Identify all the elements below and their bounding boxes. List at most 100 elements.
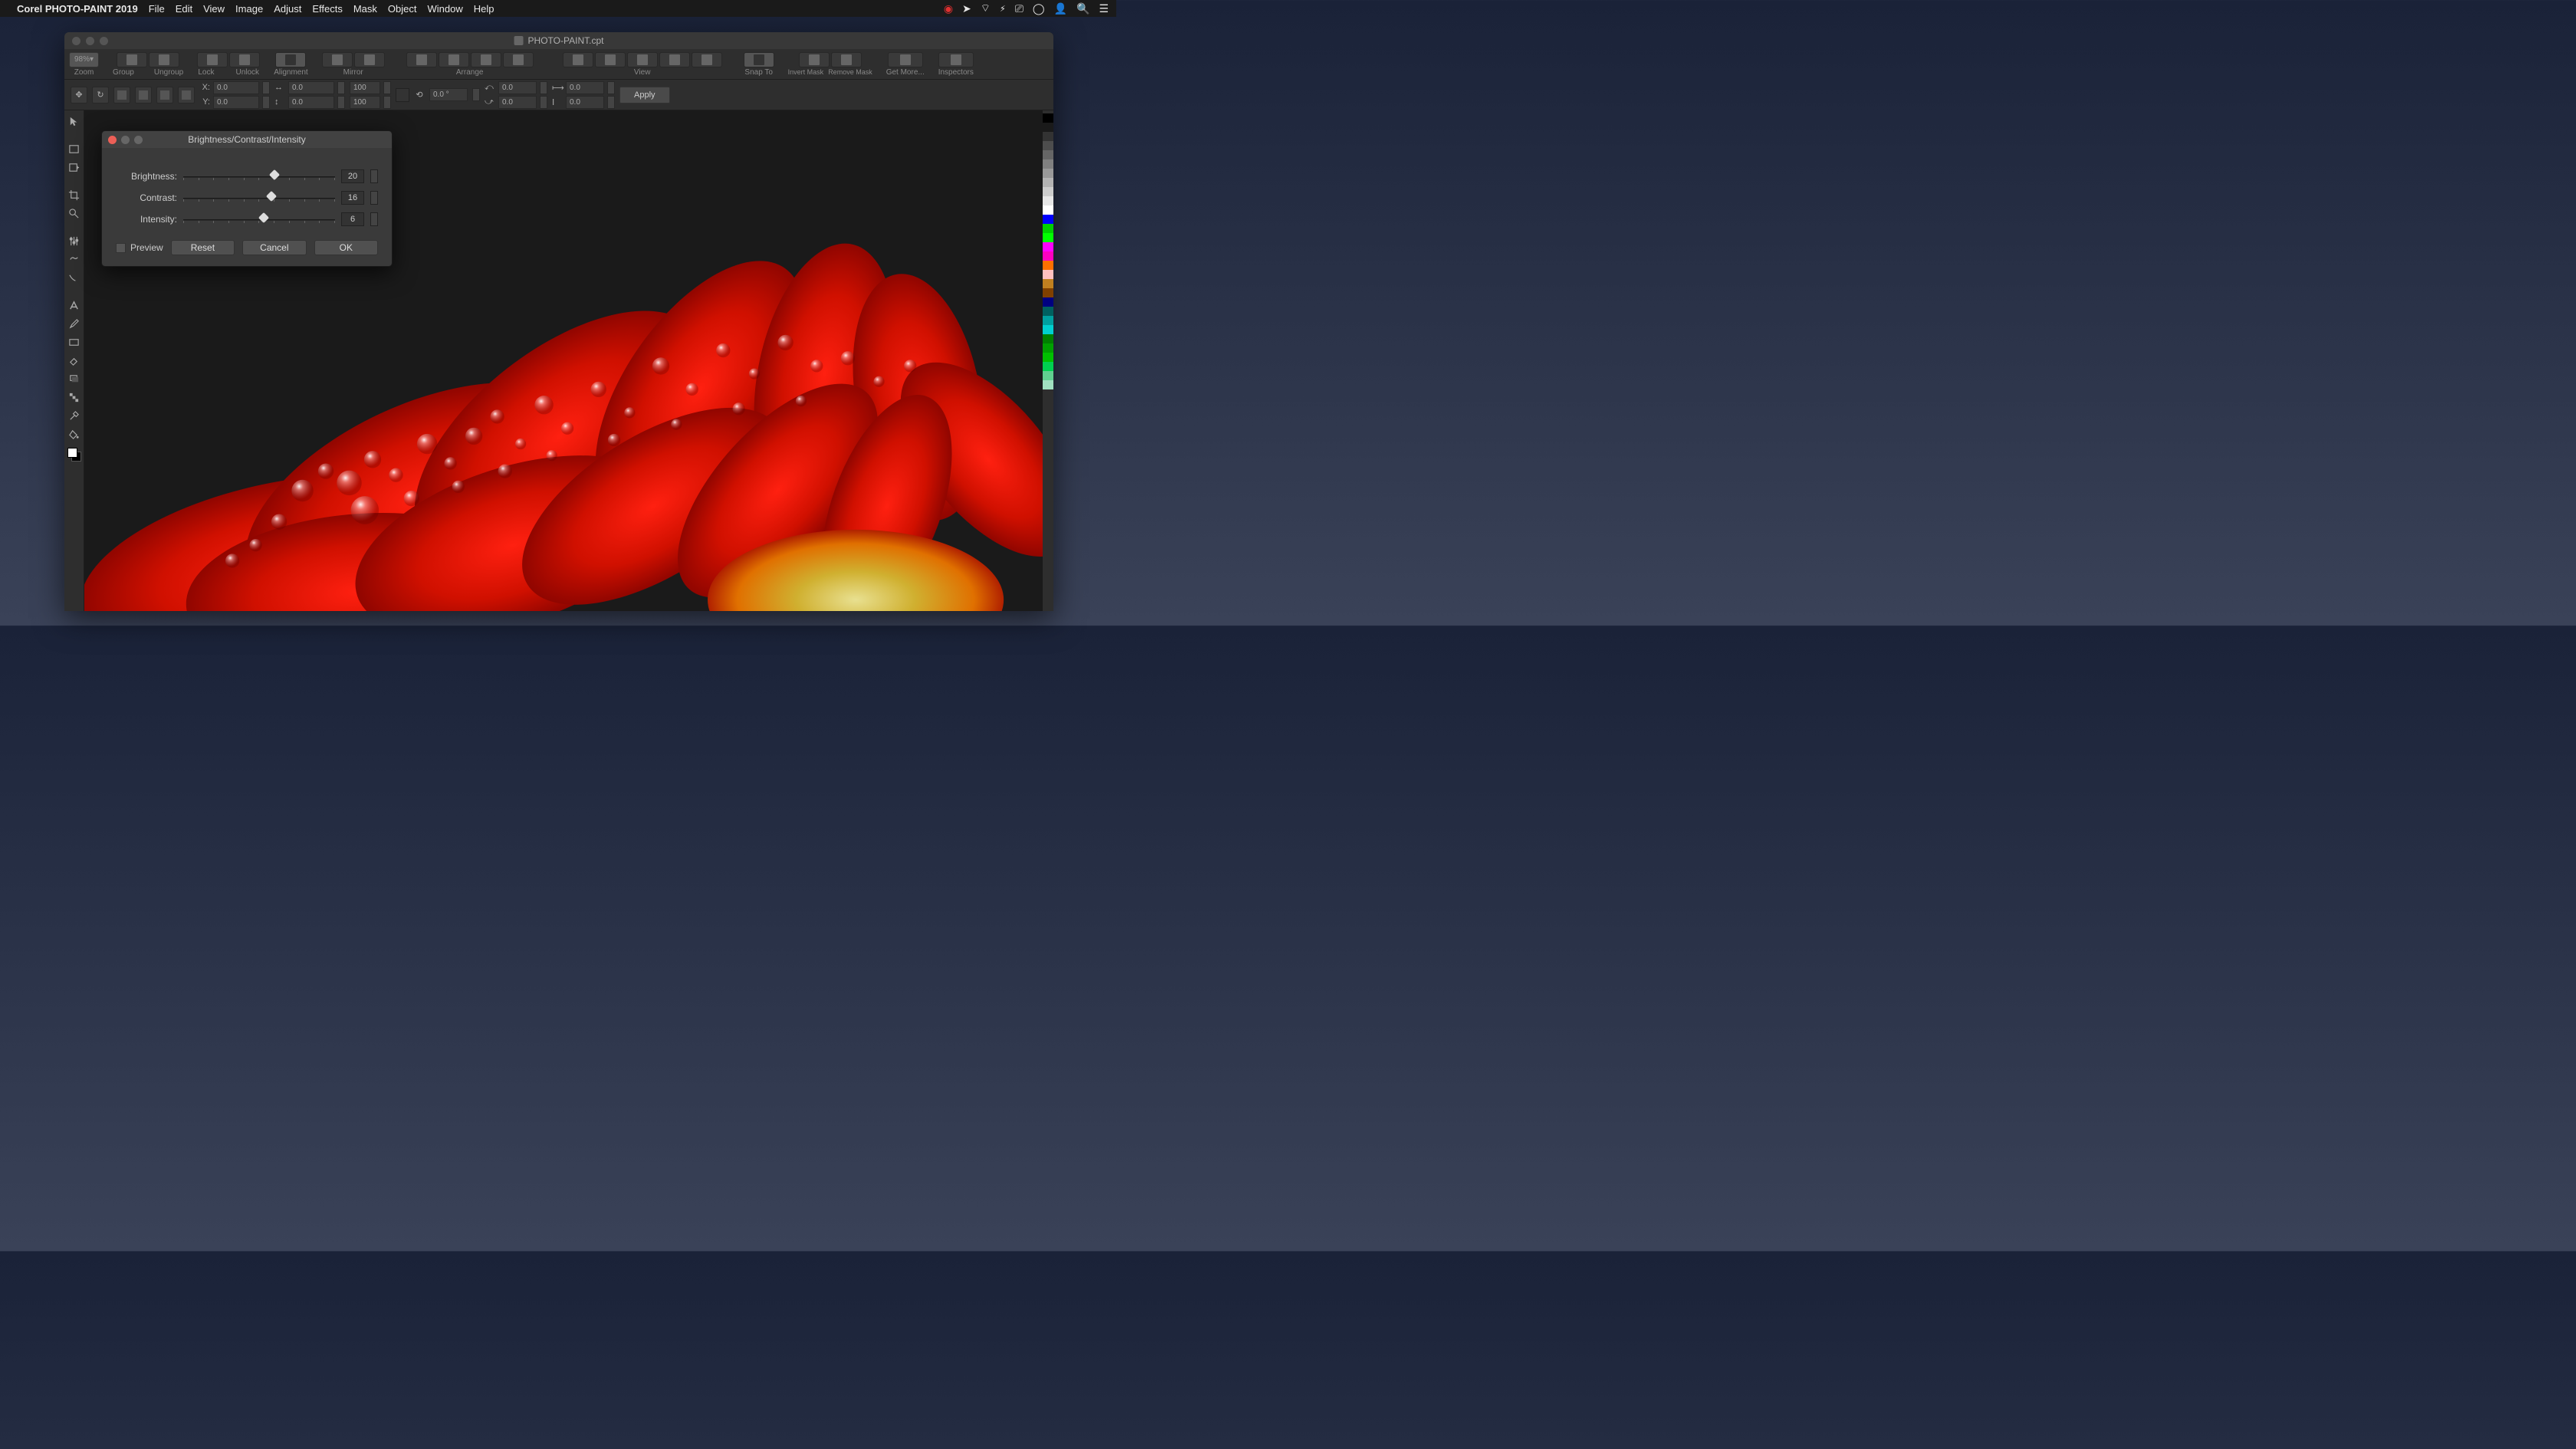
scale-x-input[interactable] [350, 81, 380, 94]
app-name[interactable]: Corel PHOTO-PAINT 2019 [17, 3, 138, 15]
zoom-window-button[interactable] [100, 37, 108, 45]
invert-mask-button[interactable] [799, 52, 830, 67]
view-4-button[interactable] [659, 52, 690, 67]
spotlight-icon[interactable]: 🔍 [1076, 2, 1089, 15]
dialog-close-button[interactable] [108, 136, 117, 144]
unlock-button[interactable] [229, 52, 260, 67]
transparency-tool[interactable] [67, 389, 82, 405]
menu-view[interactable]: View [203, 3, 225, 15]
dialog-zoom-button[interactable] [134, 136, 143, 144]
rotation-input[interactable] [429, 88, 468, 101]
color-swatch[interactable] [1043, 371, 1053, 380]
color-swatch[interactable] [1043, 261, 1053, 270]
cancel-button[interactable]: Cancel [242, 240, 306, 255]
arrange-2-button[interactable] [439, 52, 469, 67]
color-swap[interactable] [67, 448, 81, 462]
menu-image[interactable]: Image [235, 3, 263, 15]
menu-file[interactable]: File [149, 3, 165, 15]
color-swatch[interactable] [1043, 343, 1053, 353]
sliders-tool[interactable] [67, 233, 82, 248]
intensity-slider[interactable] [183, 213, 335, 225]
zoom-level-dropdown[interactable]: 98% ▾ [69, 52, 99, 67]
mirror-v-button[interactable] [354, 52, 385, 67]
x-spinner[interactable] [262, 81, 270, 94]
preview-checkbox[interactable]: Preview [116, 242, 163, 253]
ok-button[interactable]: OK [314, 240, 378, 255]
crop-tool[interactable] [67, 187, 82, 202]
intensity-value[interactable]: 6 [341, 212, 364, 226]
color-swatch[interactable] [1043, 178, 1053, 187]
menu-help[interactable]: Help [474, 3, 495, 15]
color-swatch[interactable] [1043, 316, 1053, 325]
color-swatch[interactable] [1043, 123, 1053, 132]
brush-tool[interactable] [67, 316, 82, 331]
view-2-button[interactable] [595, 52, 626, 67]
color-swatch[interactable] [1043, 251, 1053, 261]
color-swatch[interactable] [1043, 307, 1053, 316]
siri-icon[interactable]: ◯ [1033, 2, 1045, 15]
zoom-tool[interactable] [67, 205, 82, 221]
menu-adjust[interactable]: Adjust [274, 3, 301, 15]
view-3-button[interactable] [627, 52, 658, 67]
rectangle-mask-tool[interactable] [67, 141, 82, 156]
scale-y-input[interactable] [350, 96, 380, 109]
intensity-spinner[interactable] [370, 212, 378, 226]
x-position-input[interactable] [213, 81, 259, 94]
dropshadow-tool[interactable] [67, 371, 82, 386]
color-swatch[interactable] [1043, 353, 1053, 362]
fill-tool[interactable] [67, 426, 82, 442]
menu-window[interactable]: Window [427, 3, 462, 15]
color-swatch[interactable] [1043, 215, 1053, 224]
close-window-button[interactable] [72, 37, 80, 45]
clone-tool[interactable] [67, 251, 82, 267]
color-swatch[interactable] [1043, 233, 1053, 242]
eraser-tool[interactable] [67, 353, 82, 368]
color-swatch[interactable] [1043, 325, 1053, 334]
contrast-slider[interactable] [183, 192, 335, 204]
dialog-minimize-button[interactable] [121, 136, 130, 144]
y-spinner[interactable] [262, 96, 270, 109]
color-swatch[interactable] [1043, 159, 1053, 169]
text-tool[interactable] [67, 297, 82, 313]
minimize-window-button[interactable] [86, 37, 94, 45]
brightness-slider[interactable] [183, 170, 335, 182]
inspectors-button[interactable] [938, 52, 974, 67]
color-swatch[interactable] [1043, 270, 1053, 279]
mask-transform-tool[interactable] [67, 159, 82, 175]
menu-effects[interactable]: Effects [312, 3, 343, 15]
lock-ratio-toggle[interactable] [396, 88, 409, 102]
width-input[interactable] [288, 81, 334, 94]
tool-icon-5[interactable] [156, 87, 173, 104]
view-5-button[interactable] [692, 52, 722, 67]
menu-icon[interactable]: ☰ [1099, 2, 1109, 15]
color-swatch[interactable] [1043, 380, 1053, 389]
color-swatch[interactable] [1043, 288, 1053, 297]
color-swatch[interactable] [1043, 113, 1053, 123]
brightness-value[interactable]: 20 [341, 169, 364, 183]
color-swatch[interactable] [1043, 334, 1053, 343]
center-y-input[interactable] [498, 96, 537, 109]
location-icon[interactable]: ➤ [962, 2, 971, 15]
menu-mask[interactable]: Mask [353, 3, 377, 15]
contrast-value[interactable]: 16 [341, 191, 364, 205]
mirror-h-button[interactable] [322, 52, 353, 67]
battery-icon[interactable]: ⚡︎ [1000, 4, 1006, 14]
size-w-input[interactable] [566, 81, 604, 94]
arrange-4-button[interactable] [503, 52, 534, 67]
tool-icon-6[interactable] [178, 87, 195, 104]
user-icon[interactable]: 👤 [1054, 2, 1067, 15]
height-input[interactable] [288, 96, 334, 109]
y-position-input[interactable] [213, 96, 259, 109]
tool-icon-3[interactable] [113, 87, 130, 104]
reset-button[interactable]: Reset [171, 240, 235, 255]
size-h-input[interactable] [566, 96, 604, 109]
snapto-dropdown[interactable] [744, 52, 774, 67]
brightness-spinner[interactable] [370, 169, 378, 183]
wifi-icon[interactable]: ⌔ [981, 2, 991, 15]
color-swatch[interactable] [1043, 242, 1053, 251]
color-swatch[interactable] [1043, 224, 1053, 233]
color-swatch[interactable] [1043, 141, 1053, 150]
color-swatch[interactable] [1043, 150, 1053, 159]
pick-tool[interactable] [67, 113, 82, 129]
rotate-tool-icon[interactable]: ↻ [92, 87, 109, 104]
